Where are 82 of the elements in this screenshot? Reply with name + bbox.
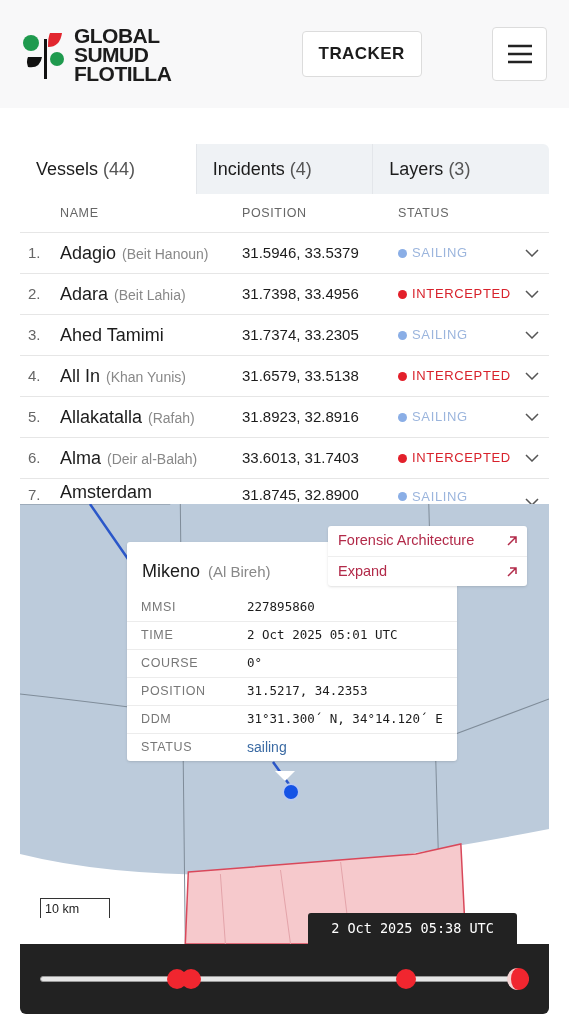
external-link[interactable]: Expand — [328, 556, 527, 586]
position-cell-text: 33.6013, 31.7403 — [242, 447, 360, 468]
status-label: INTERCEPTED — [412, 449, 511, 468]
arrow-icon — [507, 566, 517, 577]
chevron-icon[interactable] — [525, 331, 539, 339]
field-label: DDM — [141, 711, 173, 729]
position-cell-text: 31.8745, 32.8900 — [242, 484, 360, 504]
timeline-slider[interactable] — [40, 968, 529, 990]
chevron-icon[interactable] — [525, 454, 539, 462]
vessel-name: Amsterdam — [60, 481, 153, 504]
scale-bar: 10 km — [40, 898, 110, 918]
vessel-name: All In — [60, 364, 101, 388]
field-label: POSITION — [141, 683, 207, 701]
incident-marker[interactable] — [181, 969, 202, 989]
row-number: 5. — [27, 406, 42, 427]
logo-text: FLOTILLA — [74, 63, 172, 83]
field-value: 0° — [247, 654, 264, 673]
menu-icon — [507, 44, 532, 64]
status-label: SAILING — [412, 487, 468, 504]
vessel-row[interactable]: 4. All In (Khan Yunis) 31.6579, 33.5138 INTERCEPTED — [20, 355, 549, 396]
vessel-alias: (Khan Yunis) — [106, 367, 186, 387]
chevron-icon[interactable] — [525, 372, 539, 380]
column-header: POSITION — [242, 204, 308, 222]
status-label: SAILING — [412, 326, 468, 345]
field-label: COURSE — [141, 655, 200, 673]
tracker-button[interactable]: TRACKER — [301, 31, 422, 77]
row-number: 4. — [27, 365, 42, 386]
arrow-icon — [507, 536, 517, 546]
vessel-name: Adara — [60, 282, 109, 306]
column-header: NAME — [60, 204, 100, 222]
row-number: 1. — [27, 242, 42, 263]
chevron-icon[interactable] — [525, 249, 539, 257]
row-number: 2. — [27, 283, 42, 304]
vessel-name: Allakatalla — [60, 405, 143, 429]
vessel-row[interactable]: 5. Allakatalla (Rafah) 31.8923, 32.8916 SAILING — [20, 396, 549, 437]
vessel-row[interactable]: 1. Adagio (Beit Hanoun) 31.5946, 33.5379 SAILING — [20, 232, 549, 273]
position-cell-text: 31.6579, 33.5138 — [242, 365, 360, 386]
status-label: INTERCEPTED — [412, 367, 511, 386]
position-cell-text: 31.7374, 33.2305 — [242, 324, 360, 345]
vessel-name: Adagio — [60, 241, 117, 265]
vessel-row[interactable]: 2. Adara (Beit Lahia) 31.7398, 33.4956 INTERCEPTED — [20, 273, 549, 314]
row-number: 3. — [27, 324, 42, 345]
vessel-row[interactable]: 3. Ahed Tamimi 31.7374, 33.2305 SAILING — [20, 314, 549, 355]
vessel-row[interactable]: 6. Alma (Deir al-Balah) 33.6013, 31.7403 INTERCEPTED — [20, 437, 549, 478]
external-link[interactable]: Forensic Architecture — [328, 526, 527, 556]
row-number: 7. — [27, 484, 42, 504]
popup-title: Mikeno — [142, 560, 201, 583]
chevron-icon[interactable] — [525, 498, 539, 504]
tab[interactable]: Incidents (4) — [195, 144, 373, 194]
logo-text: SUMUD — [74, 44, 149, 64]
field-value: sailing — [247, 738, 288, 757]
time-label: 2 Oct 2025 05:38 UTC — [308, 913, 517, 944]
logo-text: GLOBAL — [74, 25, 161, 45]
incident-marker[interactable] — [395, 969, 416, 989]
field-value: 227895860 — [247, 597, 316, 616]
menu-button[interactable] — [492, 27, 547, 81]
field-label: MMSI — [141, 598, 178, 616]
field-label: STATUS — [141, 739, 194, 757]
field-value: 31°31.300´ N, 34°14.120´ E — [247, 710, 443, 729]
timeline-thumb[interactable] — [507, 968, 529, 990]
vessel-alias: (Rafah) — [148, 408, 195, 428]
status-label: SAILING — [412, 244, 468, 263]
row-number: 6. — [27, 447, 42, 468]
status-label: SAILING — [412, 408, 468, 427]
position-cell-text: 31.5946, 33.5379 — [242, 242, 360, 263]
chevron-icon[interactable] — [525, 413, 539, 421]
field-label: TIME — [141, 627, 175, 645]
popup-alias: (Al Bireh) — [208, 562, 271, 582]
column-header: STATUS — [398, 204, 451, 222]
vessel-alias: (Beit Hanoun) — [122, 244, 209, 264]
position-cell-text: 31.8923, 32.8916 — [242, 406, 360, 427]
popup-pointer — [275, 771, 295, 781]
chevron-icon[interactable] — [525, 290, 539, 298]
vessel-name: Ahed Tamimi — [60, 323, 164, 347]
vessel-alias: (Deir al-Balah) — [107, 449, 198, 469]
position-cell-text: 31.7398, 33.4956 — [242, 283, 360, 304]
vessel-name: Alma — [60, 446, 101, 470]
field-value: 2 Oct 2025 05:01 UTC — [247, 626, 399, 645]
status-label: INTERCEPTED — [412, 285, 511, 304]
tab[interactable]: Layers (3) — [372, 144, 549, 194]
field-value: 31.5217, 34.2353 — [247, 682, 369, 701]
vessel-alias: (Beit Lahia) — [114, 285, 186, 305]
